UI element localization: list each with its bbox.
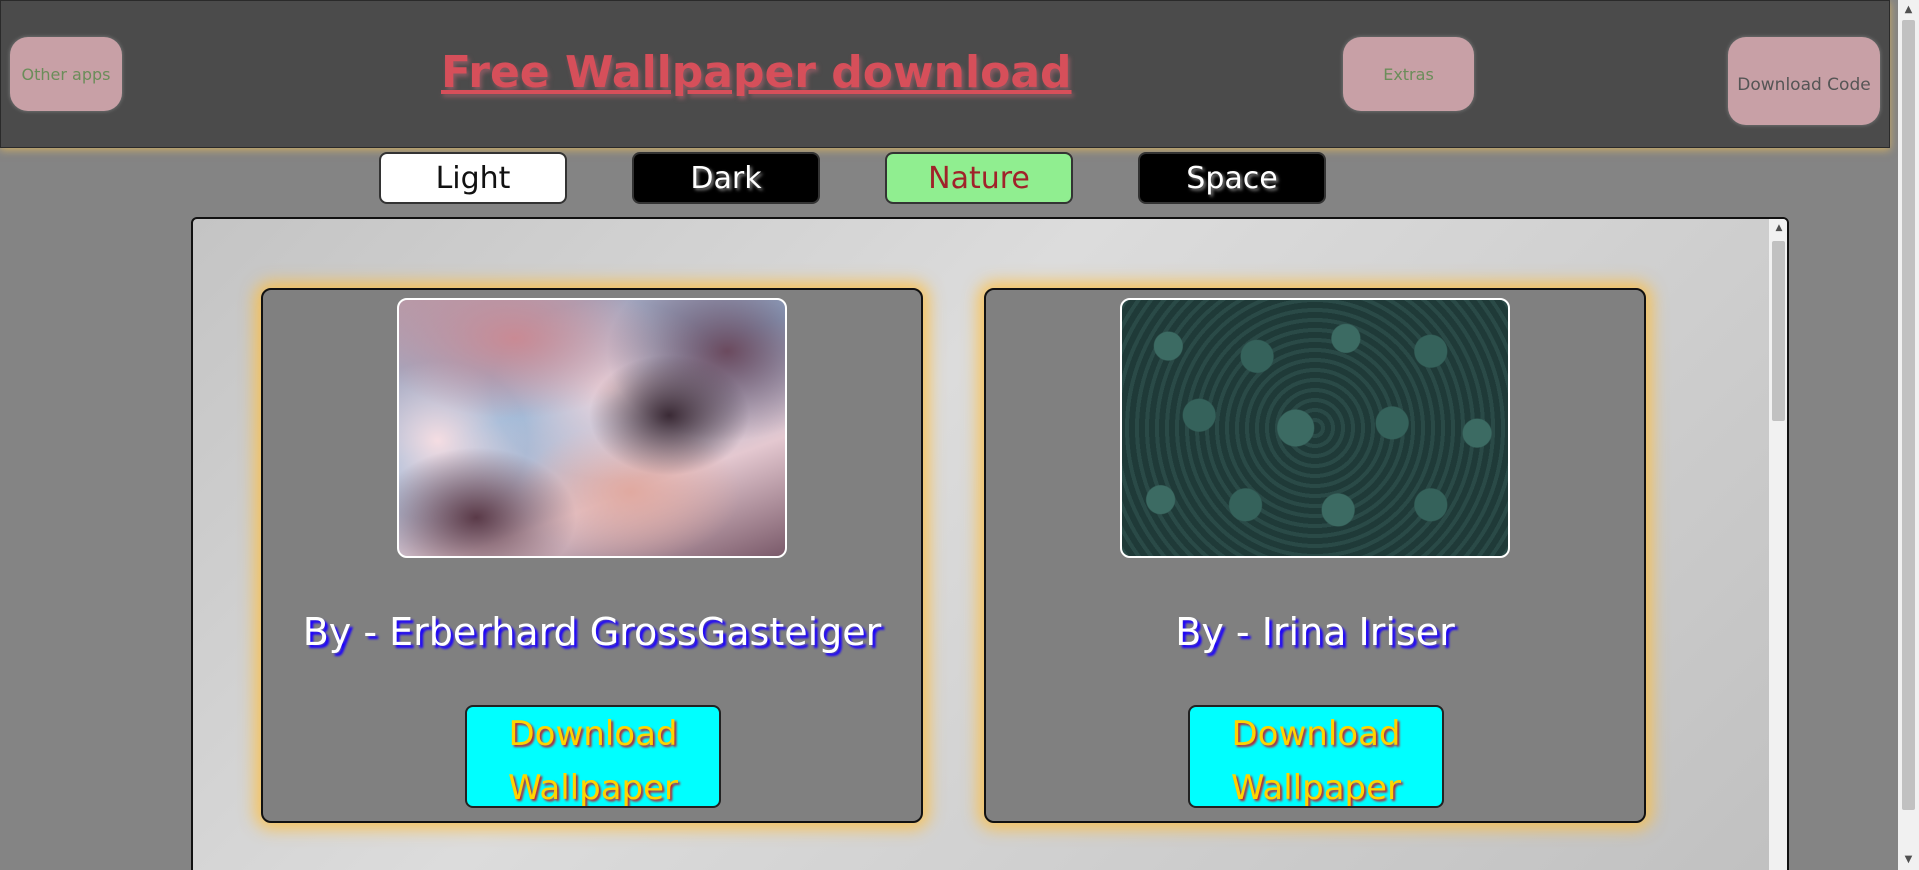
wallpaper-author: By - Irina Iriser [1175,610,1455,654]
wallpaper-card: By - Erberhard GrossGasteiger Download W… [261,288,923,823]
wallpaper-thumbnail-clouds [397,298,787,558]
scroll-up-arrow-icon[interactable]: ▲ [1769,221,1787,235]
category-nature-button[interactable]: Nature [885,152,1073,204]
wallpaper-card: By - Irina Iriser Download Wallpaper [984,288,1646,823]
category-dark-button[interactable]: Dark [632,152,820,204]
gallery-scrollbar-thumb[interactable] [1772,241,1785,421]
download-code-button[interactable]: Download Code [1728,37,1880,125]
page-title[interactable]: Free Wallpaper download [441,47,1072,103]
scroll-down-arrow-icon[interactable]: ▼ [1898,852,1919,868]
wallpaper-gallery[interactable]: By - Erberhard GrossGasteiger Download W… [191,217,1789,870]
wallpaper-thumbnail-plants [1120,298,1510,558]
gallery-scrollbar[interactable]: ▲ [1769,219,1787,870]
category-light-button[interactable]: Light [379,152,567,204]
download-wallpaper-button[interactable]: Download Wallpaper [1188,705,1444,808]
page-scrollbar-thumb[interactable] [1902,20,1915,810]
download-wallpaper-button[interactable]: Download Wallpaper [465,705,721,808]
other-apps-button[interactable]: Other apps [10,37,122,111]
extras-button[interactable]: Extras [1343,37,1474,111]
scroll-up-arrow-icon[interactable]: ▲ [1898,2,1919,18]
category-space-button[interactable]: Space [1138,152,1326,204]
page-scrollbar[interactable]: ▲ ▼ [1898,0,1919,870]
app-header: Other apps Free Wallpaper download Extra… [0,0,1890,148]
wallpaper-author: By - Erberhard GrossGasteiger [302,610,882,654]
